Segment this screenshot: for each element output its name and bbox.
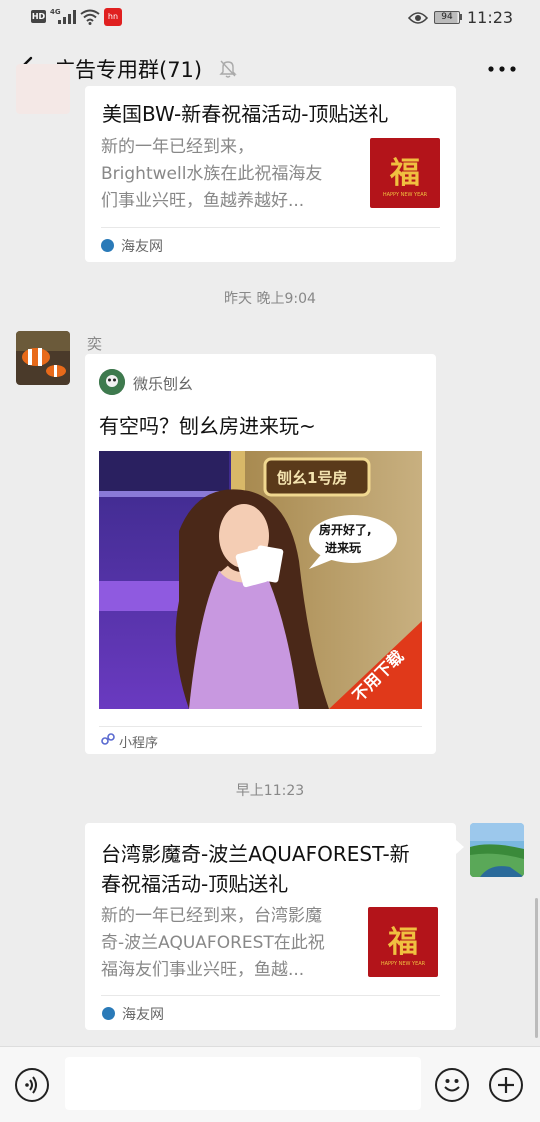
thumbnail-caption: HAPPY NEW YEAR (380, 961, 426, 967)
card-divider (101, 227, 440, 228)
bubble-tail (456, 840, 464, 854)
signal-icon (58, 10, 76, 24)
app-notification-icon: hn (104, 8, 122, 26)
landscape-avatar-image (470, 823, 524, 877)
hd-indicator: HD (31, 10, 46, 23)
chat-title: 广告专用群(71) (54, 58, 203, 82)
mini-program-app-name: 微乐刨幺 (133, 375, 194, 393)
wifi-icon (80, 9, 100, 25)
card-title-line-1: 台湾影魔奇-波兰AQUAFOREST-新 (101, 842, 410, 866)
card-desc-line-1: 新的一年已经到来，台湾影魔 (101, 906, 322, 926)
mini-program-title: 有空吗？刨幺房进来玩~ (99, 414, 316, 438)
plus-icon[interactable] (489, 1068, 523, 1102)
card-desc-line-2: Brightwell水族在此祝福海友 (101, 164, 323, 184)
scrollbar[interactable] (535, 898, 538, 1038)
card-source: 海友网 (122, 1007, 164, 1023)
card-divider (101, 995, 440, 996)
card-desc-line-2: 奇-波兰AQUAFOREST在此祝 (101, 933, 325, 953)
source-logo-icon (101, 239, 114, 252)
avatar-self[interactable] (470, 823, 524, 877)
clock: 11:23 (467, 8, 514, 27)
timestamp: 早上11:23 (235, 783, 305, 799)
avatar-sender-2[interactable] (16, 331, 70, 385)
battery-level: 94 (434, 11, 460, 24)
thumbnail-fu-character: 福 (388, 925, 418, 960)
card-title: 美国BW-新春祝福活动-顶贴送礼 (102, 102, 389, 126)
mini-program-app-icon (99, 369, 125, 395)
source-logo-icon (102, 1007, 115, 1020)
card-desc-line-1: 新的一年已经到来， (101, 137, 254, 157)
avatar-sender-1[interactable] (16, 64, 70, 114)
card-desc-line-3: 福海友们事业兴旺，鱼越... (101, 960, 305, 980)
emoji-icon[interactable] (435, 1068, 469, 1102)
eye-icon (408, 12, 428, 24)
voice-icon[interactable] (15, 1068, 49, 1102)
room-banner-text: 刨幺1号房 (277, 469, 348, 487)
mute-bell-icon (219, 60, 237, 78)
mini-program-card[interactable]: 微乐刨幺 有空吗？刨幺房进来玩~ 刨幺1号房 房开好了, 进来玩 不用下载 小程… (85, 354, 436, 754)
timestamp: 昨天 晚上9:04 (224, 291, 316, 307)
speech-bubble-line-2: 进来玩 (325, 541, 362, 555)
card-title-line-2: 春祝福活动-顶贴送礼 (101, 872, 289, 896)
card-desc-line-3: 们事业兴旺，鱼越养越好... (101, 191, 305, 211)
link-card-1[interactable]: 美国BW-新春祝福活动-顶贴送礼 新的一年已经到来， Brightwell水族在… (85, 86, 456, 262)
speech-bubble-line-1: 房开好了, (319, 523, 372, 537)
card-divider (99, 726, 422, 727)
card-thumbnail: 福 HAPPY NEW YEAR (368, 907, 438, 977)
message-input[interactable] (65, 1057, 421, 1110)
thumbnail-caption: HAPPY NEW YEAR (382, 192, 428, 198)
card-thumbnail: 福 HAPPY NEW YEAR (370, 138, 440, 208)
more-icon[interactable] (488, 66, 516, 72)
clownfish-avatar-image (16, 331, 70, 385)
mini-program-label: 小程序 (119, 736, 159, 751)
battery-tip (460, 14, 462, 20)
mini-program-image: 刨幺1号房 房开好了, 进来玩 不用下载 (99, 451, 422, 709)
mini-program-link-icon (101, 733, 115, 745)
card-source: 海友网 (121, 239, 163, 255)
sender-name: 奕 (87, 335, 103, 353)
thumbnail-fu-character: 福 (390, 156, 420, 191)
status-bar: HD 4G hn 94 11:23 (0, 0, 540, 36)
link-card-2[interactable]: 台湾影魔奇-波兰AQUAFOREST-新 春祝福活动-顶贴送礼 新的一年已经到来… (85, 823, 456, 1030)
